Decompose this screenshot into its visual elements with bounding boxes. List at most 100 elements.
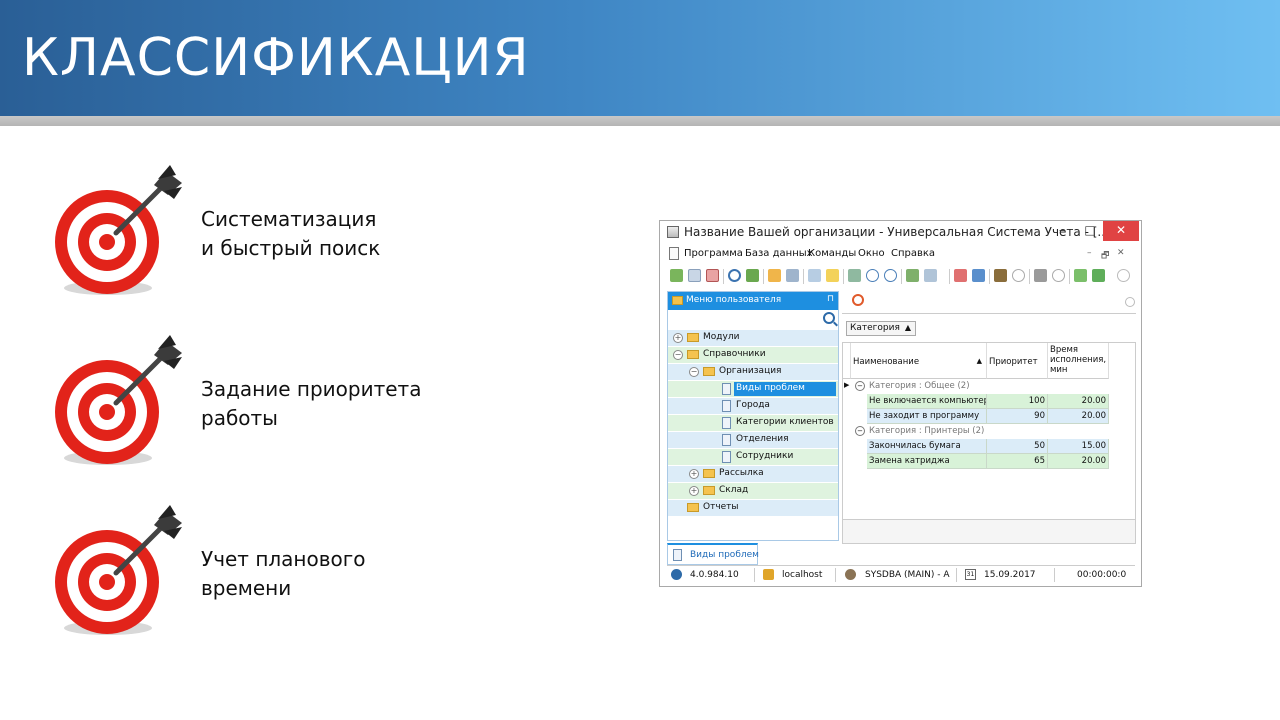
collapse-icon[interactable]: − [855, 426, 865, 436]
column-header-time[interactable]: Время исполнения, мин [1048, 343, 1109, 379]
tools-icon[interactable] [1034, 269, 1047, 282]
toolbar-separator [723, 269, 724, 284]
info-icon [671, 569, 682, 580]
main-toolbar [667, 267, 1135, 287]
column-header-label: исполнения, [1050, 355, 1107, 365]
feature-item-search: Систематизация и быстрый поиск [50, 165, 430, 305]
column-header-name[interactable]: Наименование ▲ [851, 343, 987, 379]
tree-item-organization[interactable]: − Организация [668, 364, 838, 380]
tree-item-problem-types[interactable]: Виды проблем [668, 381, 838, 397]
menu-commands[interactable]: Команды [808, 248, 856, 259]
tree-item-label: Сотрудники [736, 451, 794, 461]
search-icon[interactable] [728, 269, 741, 282]
cell-time: 15.00 [1048, 439, 1109, 454]
toolbar-separator [949, 269, 950, 284]
cell-priority: 90 [987, 409, 1048, 424]
group-by-label: Категория [850, 323, 900, 333]
menu-window[interactable]: Окно [858, 248, 885, 259]
toolbar-separator [1069, 269, 1070, 284]
tree-item-modules[interactable]: + Модули [668, 330, 838, 346]
menu-database[interactable]: База данных [745, 248, 813, 259]
feature-item-priority: Задание приоритета работы [50, 335, 430, 475]
minimize-button[interactable]: – [1048, 221, 1076, 241]
status-version: 4.0.984.10 [690, 570, 739, 580]
expand-icon[interactable]: + [689, 486, 699, 496]
tab-problem-types[interactable]: Виды проблем [667, 543, 759, 565]
tree-item-mailing[interactable]: + Рассылка [668, 466, 838, 482]
collapse-all-icon[interactable] [884, 269, 897, 282]
current-row-indicator-icon: ▶ [844, 381, 850, 389]
cell-name: Замена катриджа [867, 454, 987, 469]
collapse-icon[interactable]: − [855, 381, 865, 391]
book-icon[interactable] [994, 269, 1007, 282]
mdi-minimize-button[interactable]: – [1087, 248, 1092, 258]
column-header-priority[interactable]: Приоритет [987, 343, 1048, 379]
column-header-label: Наименование [853, 357, 920, 367]
maximize-button[interactable]: □ [1076, 221, 1104, 241]
table-row[interactable]: Не заходит в программу 90 20.00 [843, 409, 1109, 424]
refresh-icon[interactable] [670, 269, 683, 282]
table-row[interactable]: Не включается компьютер 100 20.00 [843, 394, 1109, 409]
copy-icon[interactable] [688, 269, 701, 282]
search-icon[interactable] [823, 312, 835, 324]
group-row[interactable]: ▶ − Категория : Общее (2) [843, 379, 1109, 394]
tree-item-departments[interactable]: Отделения [668, 432, 838, 448]
panel-options-icon[interactable] [1125, 297, 1135, 307]
window-icon[interactable] [972, 269, 985, 282]
tree-item-label: Справочники [703, 349, 766, 359]
filter-icon[interactable] [768, 269, 781, 282]
filter-clear-icon[interactable] [786, 269, 799, 282]
database-icon [763, 569, 774, 580]
group-caption: Категория : Принтеры (2) [869, 426, 985, 436]
mdi-close-button[interactable]: ✕ [1117, 248, 1125, 258]
add-row-icon[interactable] [808, 269, 821, 282]
tree-item-cities[interactable]: Города [668, 398, 838, 414]
user-menu-header: Меню пользователя ⊓ [668, 292, 838, 310]
collapse-icon[interactable]: − [689, 367, 699, 377]
tree-item-warehouse[interactable]: + Склад [668, 483, 838, 499]
status-bar: 4.0.984.10 localhost SYSDBA (MAIN) - A 3… [667, 565, 1135, 583]
toolbar-options-icon[interactable] [1117, 269, 1130, 282]
calendar-icon[interactable] [954, 269, 967, 282]
collapse-icon[interactable]: − [673, 350, 683, 360]
menu-program[interactable]: Программа [684, 248, 743, 259]
close-button[interactable]: ✕ [1103, 221, 1139, 241]
tree-search-row [668, 310, 838, 328]
feature-text-line1: Систематизация [201, 207, 377, 231]
problem-types-grid: Наименование ▲ Приоритет Время исполнени… [842, 342, 1136, 544]
delete-icon[interactable] [706, 269, 719, 282]
mdi-restore-button[interactable]: 🗗 [1101, 248, 1109, 264]
expand-icon[interactable]: + [673, 333, 683, 343]
help-icon[interactable] [1052, 269, 1065, 282]
chart-icon[interactable] [1074, 269, 1087, 282]
close-document-icon[interactable] [852, 294, 864, 306]
menu-help[interactable]: Справка [891, 248, 935, 259]
toolbar-separator [1029, 269, 1030, 284]
group-by-panel: Категория ▲ [842, 313, 1136, 343]
expand-all-icon[interactable] [866, 269, 879, 282]
print-preview-icon[interactable] [924, 269, 937, 282]
document-icon [722, 434, 731, 446]
note-icon[interactable] [826, 269, 839, 282]
tree-item-reports[interactable]: Отчеты [668, 500, 838, 516]
print-icon[interactable] [906, 269, 919, 282]
export-icon[interactable] [848, 269, 861, 282]
pin-icon[interactable]: ⊓ [827, 294, 834, 304]
tree-item-directories[interactable]: − Справочники [668, 347, 838, 363]
column-header-label: Приоритет [989, 357, 1038, 367]
window-titlebar[interactable]: Название Вашей организации - Универсальн… [660, 221, 1141, 243]
expand-icon[interactable]: + [689, 469, 699, 479]
group-by-chip[interactable]: Категория ▲ [846, 321, 916, 336]
table-row[interactable]: Закончилась бумага 50 15.00 [843, 439, 1109, 454]
table-row[interactable]: Замена катриджа 65 20.00 [843, 454, 1109, 469]
target-dart-icon [55, 505, 182, 635]
cell-time: 20.00 [1048, 409, 1109, 424]
info-icon[interactable] [1012, 269, 1025, 282]
menu-bar: Программа База данных Команды Окно Справ… [667, 245, 1135, 263]
tree-item-employees[interactable]: Сотрудники [668, 449, 838, 465]
sync-icon[interactable] [746, 269, 759, 282]
user-icon [845, 569, 856, 580]
users-icon[interactable] [1092, 269, 1105, 282]
group-row[interactable]: − Категория : Принтеры (2) [843, 424, 1109, 439]
tree-item-client-categories[interactable]: Категории клиентов [668, 415, 838, 431]
